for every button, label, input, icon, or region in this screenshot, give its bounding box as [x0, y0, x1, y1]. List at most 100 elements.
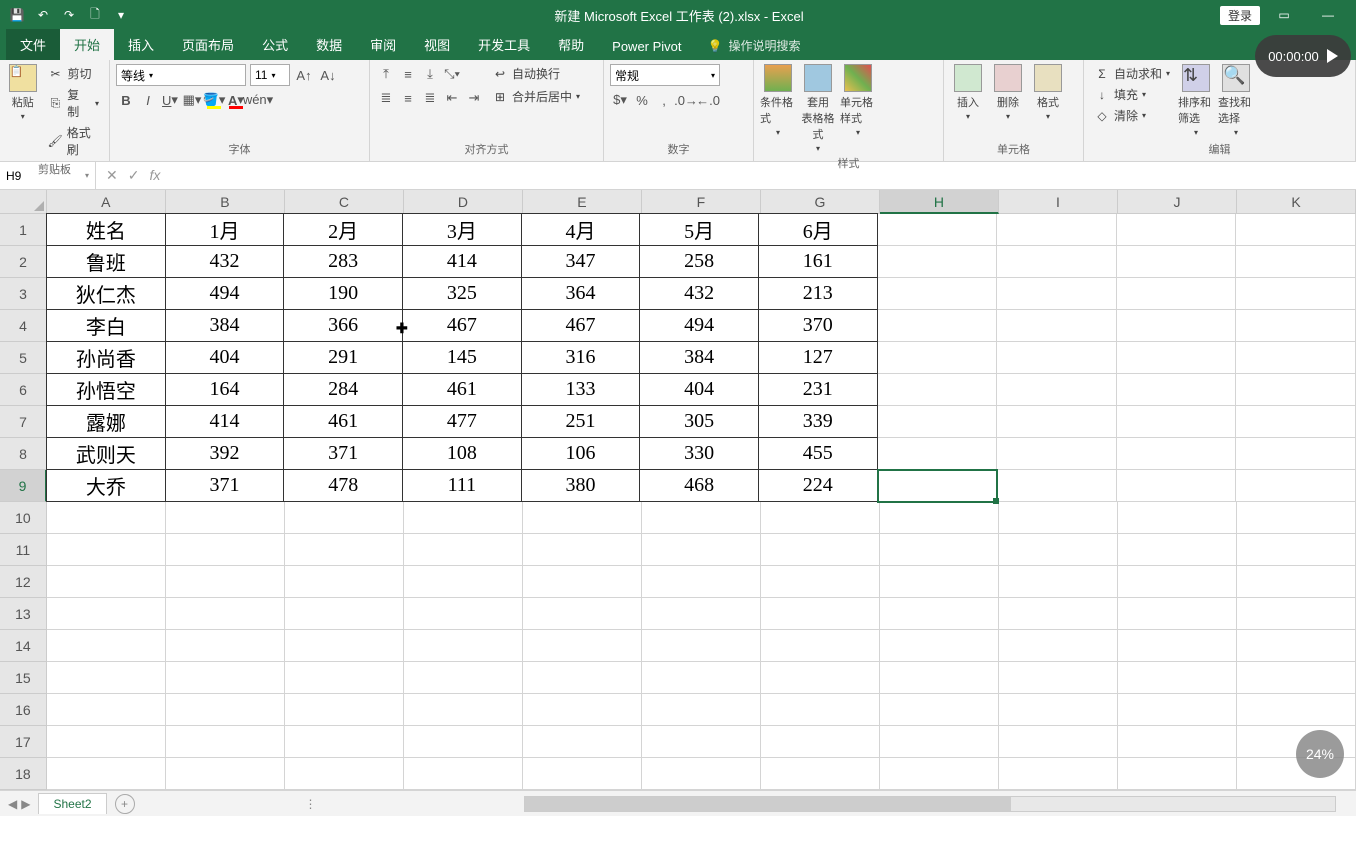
cell[interactable]: 231: [758, 373, 878, 406]
cell[interactable]: [1237, 534, 1356, 566]
save-icon[interactable]: 💾: [6, 4, 28, 26]
cell[interactable]: [999, 598, 1118, 630]
percent-icon[interactable]: %: [632, 90, 652, 110]
increase-decimal-icon[interactable]: .0→: [676, 90, 696, 110]
screen-recorder-widget[interactable]: 00:00:00: [1255, 35, 1351, 77]
cell[interactable]: [1237, 598, 1356, 630]
cell[interactable]: [642, 694, 761, 726]
cell[interactable]: [523, 502, 642, 534]
autosum-button[interactable]: Σ自动求和 ▾: [1090, 64, 1174, 83]
tab-home[interactable]: 开始: [60, 29, 114, 60]
italic-button[interactable]: I: [138, 90, 158, 110]
row-header[interactable]: 7: [0, 406, 47, 438]
cell[interactable]: [47, 598, 166, 630]
cell[interactable]: [999, 758, 1118, 790]
cell[interactable]: [999, 726, 1118, 758]
cell[interactable]: [878, 406, 998, 438]
cell[interactable]: [1118, 534, 1237, 566]
cell[interactable]: [1118, 598, 1237, 630]
cell[interactable]: [166, 566, 285, 598]
delete-cells-button[interactable]: 删除▾: [990, 64, 1026, 121]
cell[interactable]: 468: [639, 469, 759, 502]
increase-indent-icon[interactable]: ⇥: [464, 88, 484, 108]
cell[interactable]: [1236, 470, 1356, 502]
tell-me-search[interactable]: 💡 操作说明搜索: [696, 31, 813, 60]
cell[interactable]: [997, 406, 1117, 438]
cell[interactable]: [1236, 406, 1356, 438]
cell[interactable]: [1117, 342, 1237, 374]
cell[interactable]: 127: [758, 341, 878, 374]
cell[interactable]: [285, 502, 404, 534]
cell[interactable]: [47, 694, 166, 726]
column-header[interactable]: D: [404, 190, 523, 214]
insert-cells-button[interactable]: 插入▾: [950, 64, 986, 121]
cell[interactable]: [523, 566, 642, 598]
cell[interactable]: 190: [283, 277, 403, 310]
cell[interactable]: 251: [521, 405, 641, 438]
cut-button[interactable]: ✂剪切: [43, 64, 103, 83]
cell[interactable]: [880, 630, 999, 662]
tab-power-pivot[interactable]: Power Pivot: [598, 33, 695, 60]
bold-button[interactable]: B: [116, 90, 136, 110]
cell[interactable]: 467: [402, 309, 522, 342]
cell[interactable]: [285, 662, 404, 694]
ribbon-options-icon[interactable]: ▭: [1264, 1, 1304, 29]
cell[interactable]: 404: [165, 341, 285, 374]
cell[interactable]: [878, 342, 998, 374]
cell[interactable]: 366: [283, 309, 403, 342]
shrink-font-icon[interactable]: A↓: [318, 65, 338, 85]
row-header[interactable]: 4: [0, 310, 47, 342]
cell[interactable]: [1237, 630, 1356, 662]
column-header[interactable]: H: [880, 190, 999, 214]
cell[interactable]: 133: [521, 373, 641, 406]
cell[interactable]: [285, 566, 404, 598]
column-header[interactable]: E: [523, 190, 642, 214]
cell[interactable]: [166, 502, 285, 534]
cell[interactable]: [761, 534, 880, 566]
cell[interactable]: [166, 758, 285, 790]
fill-color-button[interactable]: 🪣▾: [204, 90, 224, 110]
cell[interactable]: 孙悟空: [46, 373, 166, 406]
qat-customize-icon[interactable]: ▾: [110, 4, 132, 26]
cell[interactable]: [1117, 406, 1237, 438]
cell[interactable]: 371: [165, 469, 285, 502]
cell[interactable]: 2月: [283, 213, 403, 246]
cell[interactable]: 108: [402, 437, 522, 470]
cell[interactable]: [642, 598, 761, 630]
cell[interactable]: [999, 566, 1118, 598]
tab-split-icon[interactable]: ⋮: [296, 797, 324, 811]
cell[interactable]: [642, 726, 761, 758]
cell[interactable]: [999, 534, 1118, 566]
cell[interactable]: [642, 534, 761, 566]
conditional-format-button[interactable]: 条件格式▾: [760, 64, 796, 137]
cell[interactable]: [999, 694, 1118, 726]
cell[interactable]: [404, 502, 523, 534]
cell[interactable]: [523, 662, 642, 694]
cell[interactable]: [47, 630, 166, 662]
cell[interactable]: 李白: [46, 309, 166, 342]
cell[interactable]: 291: [283, 341, 403, 374]
cell[interactable]: [997, 278, 1117, 310]
cell[interactable]: [1117, 214, 1237, 246]
cell[interactable]: 432: [639, 277, 759, 310]
cell[interactable]: 284: [283, 373, 403, 406]
comma-icon[interactable]: ,: [654, 90, 674, 110]
paste-button[interactable]: 📋 粘贴 ▾: [6, 64, 39, 121]
cell[interactable]: [1118, 726, 1237, 758]
currency-icon[interactable]: $▾: [610, 90, 630, 110]
underline-button[interactable]: U▾: [160, 90, 180, 110]
cell[interactable]: 347: [521, 245, 641, 278]
cell[interactable]: [1237, 662, 1356, 694]
row-header[interactable]: 16: [0, 694, 47, 726]
cell[interactable]: 461: [283, 405, 403, 438]
cell[interactable]: 3月: [402, 213, 522, 246]
cell[interactable]: [1236, 310, 1356, 342]
scroll-thumb[interactable]: [525, 797, 1011, 811]
cell[interactable]: [997, 246, 1117, 278]
cell[interactable]: [1117, 374, 1237, 406]
sort-filter-button[interactable]: ⇅排序和筛选▾: [1178, 64, 1214, 137]
cell[interactable]: [761, 598, 880, 630]
font-name-select[interactable]: 等线▾: [116, 64, 246, 86]
cell[interactable]: [1118, 630, 1237, 662]
cell[interactable]: 384: [639, 341, 759, 374]
